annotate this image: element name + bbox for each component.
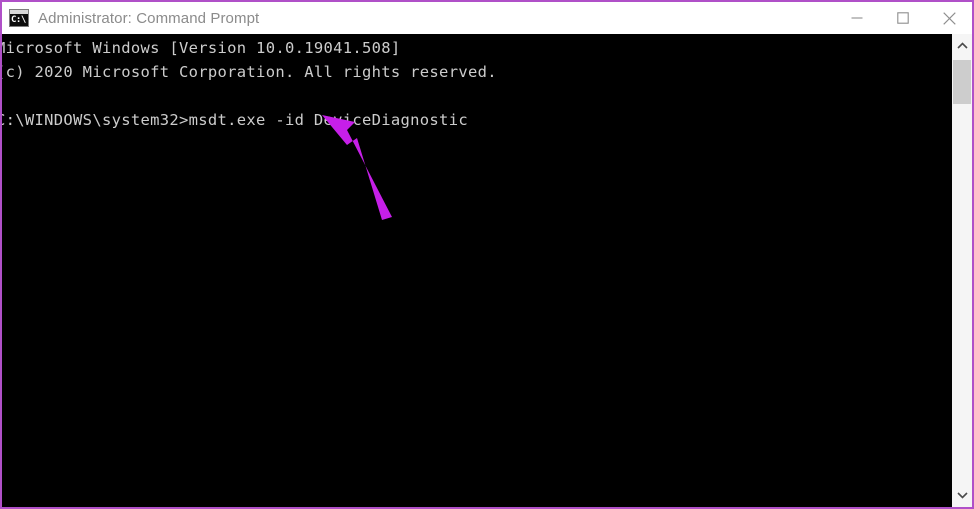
window-title: Administrator: Command Prompt xyxy=(38,9,260,27)
vertical-scrollbar[interactable] xyxy=(952,34,972,507)
minimize-icon xyxy=(851,17,863,19)
console-output-area[interactable]: Microsoft Windows [Version 10.0.19041.50… xyxy=(2,34,952,507)
maximize-icon xyxy=(897,12,909,24)
scroll-down-button[interactable] xyxy=(952,483,972,507)
close-button[interactable] xyxy=(926,2,972,34)
maximize-button[interactable] xyxy=(880,2,926,34)
chevron-up-icon xyxy=(956,42,968,49)
command-prompt-window: C:\ Administrator: Command Prompt Micros… xyxy=(0,0,974,509)
close-icon xyxy=(942,11,956,25)
icon-prompt-glyph: C:\ xyxy=(11,15,26,25)
scroll-up-button[interactable] xyxy=(952,34,972,58)
title-bar[interactable]: C:\ Administrator: Command Prompt xyxy=(2,2,972,34)
scrollbar-thumb[interactable] xyxy=(953,60,971,104)
console-text: Microsoft Windows [Version 10.0.19041.50… xyxy=(2,39,497,129)
scrollbar-track[interactable] xyxy=(952,58,972,483)
window-controls xyxy=(834,2,972,34)
chevron-down-icon xyxy=(956,492,968,499)
command-prompt-icon[interactable]: C:\ xyxy=(9,9,29,27)
minimize-button[interactable] xyxy=(834,2,880,34)
